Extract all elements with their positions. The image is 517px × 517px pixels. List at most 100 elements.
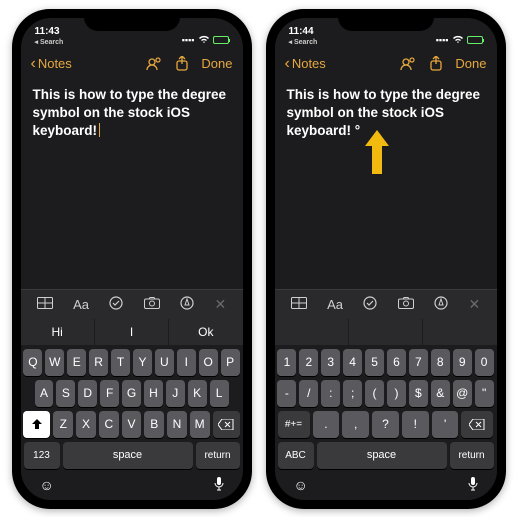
suggestion-2[interactable] xyxy=(349,319,423,345)
space-key[interactable]: space xyxy=(63,442,193,469)
close-toolbar-icon[interactable]: ✕ xyxy=(215,296,227,313)
key-w[interactable]: W xyxy=(45,349,64,376)
space-key[interactable]: space xyxy=(317,442,447,469)
key-1[interactable]: 1 xyxy=(277,349,296,376)
done-button[interactable]: Done xyxy=(201,56,232,71)
key-at[interactable]: @ xyxy=(453,380,472,407)
note-editor[interactable]: This is how to type the degree symbol on… xyxy=(275,80,497,289)
emoji-key[interactable]: ☺ xyxy=(294,477,308,494)
key-c[interactable]: C xyxy=(99,411,119,438)
key-quote[interactable]: " xyxy=(475,380,494,407)
collaborate-icon[interactable] xyxy=(145,56,163,72)
status-search[interactable]: ◂ Search xyxy=(289,38,318,46)
key-dollar[interactable]: $ xyxy=(409,380,428,407)
shift-key[interactable] xyxy=(23,411,50,438)
key-h[interactable]: H xyxy=(144,380,163,407)
key-7[interactable]: 7 xyxy=(409,349,428,376)
key-v[interactable]: V xyxy=(122,411,142,438)
markup-icon[interactable] xyxy=(180,296,194,313)
key-amp[interactable]: & xyxy=(431,380,450,407)
camera-icon[interactable] xyxy=(398,297,414,312)
key-comma[interactable]: , xyxy=(342,411,369,438)
back-button[interactable]: ‹ Notes xyxy=(31,55,72,73)
emoji-key[interactable]: ☺ xyxy=(40,477,54,494)
annotation-arrow-icon xyxy=(365,130,385,170)
key-u[interactable]: U xyxy=(155,349,174,376)
markup-icon[interactable] xyxy=(434,296,448,313)
suggestion-3[interactable] xyxy=(423,319,496,345)
key-r[interactable]: R xyxy=(89,349,108,376)
key-g[interactable]: G xyxy=(122,380,141,407)
dictation-key[interactable] xyxy=(214,477,224,494)
share-icon[interactable] xyxy=(429,56,443,72)
text-format-icon[interactable]: Aa xyxy=(73,297,89,312)
key-l[interactable]: L xyxy=(210,380,229,407)
suggestion-1[interactable] xyxy=(275,319,349,345)
key-period[interactable]: . xyxy=(313,411,340,438)
key-colon[interactable]: : xyxy=(321,380,340,407)
back-button[interactable]: ‹ Notes xyxy=(285,55,326,73)
key-q[interactable]: Q xyxy=(23,349,42,376)
back-label: Notes xyxy=(38,56,72,71)
key-4[interactable]: 4 xyxy=(343,349,362,376)
suggestion-2[interactable]: I xyxy=(95,319,169,345)
status-search[interactable]: ◂ Search xyxy=(35,38,64,46)
key-question[interactable]: ? xyxy=(372,411,399,438)
return-key[interactable]: return xyxy=(196,442,240,469)
text-format-icon[interactable]: Aa xyxy=(327,297,343,312)
key-3[interactable]: 3 xyxy=(321,349,340,376)
key-b[interactable]: B xyxy=(144,411,164,438)
collaborate-icon[interactable] xyxy=(399,56,417,72)
table-icon[interactable] xyxy=(291,297,307,312)
done-button[interactable]: Done xyxy=(455,56,486,71)
symbols-key[interactable]: #+= xyxy=(278,411,310,438)
key-2[interactable]: 2 xyxy=(299,349,318,376)
delete-key[interactable] xyxy=(461,411,493,438)
key-y[interactable]: Y xyxy=(133,349,152,376)
key-e[interactable]: E xyxy=(67,349,86,376)
key-apostrophe[interactable]: ' xyxy=(432,411,459,438)
key-d[interactable]: D xyxy=(78,380,97,407)
key-slash[interactable]: / xyxy=(299,380,318,407)
key-5[interactable]: 5 xyxy=(365,349,384,376)
key-j[interactable]: J xyxy=(166,380,185,407)
key-m[interactable]: M xyxy=(190,411,210,438)
key-z[interactable]: Z xyxy=(53,411,73,438)
key-9[interactable]: 9 xyxy=(453,349,472,376)
key-p[interactable]: P xyxy=(221,349,240,376)
key-x[interactable]: X xyxy=(76,411,96,438)
note-editor[interactable]: This is how to type the degree symbol on… xyxy=(21,80,243,289)
key-k[interactable]: K xyxy=(188,380,207,407)
checklist-icon[interactable] xyxy=(109,296,123,313)
key-t[interactable]: T xyxy=(111,349,130,376)
share-icon[interactable] xyxy=(175,56,189,72)
key-8[interactable]: 8 xyxy=(431,349,450,376)
close-toolbar-icon[interactable]: ✕ xyxy=(469,296,481,313)
key-dash[interactable]: - xyxy=(277,380,296,407)
mode-key[interactable]: 123 xyxy=(24,442,60,469)
key-lparen[interactable]: ( xyxy=(365,380,384,407)
checklist-icon[interactable] xyxy=(363,296,377,313)
key-rparen[interactable]: ) xyxy=(387,380,406,407)
return-key[interactable]: return xyxy=(450,442,494,469)
mode-key[interactable]: ABC xyxy=(278,442,314,469)
key-s[interactable]: S xyxy=(56,380,75,407)
key-f[interactable]: F xyxy=(100,380,119,407)
key-exclaim[interactable]: ! xyxy=(402,411,429,438)
dictation-key[interactable] xyxy=(468,477,478,494)
battery-icon xyxy=(467,36,483,44)
key-i[interactable]: I xyxy=(177,349,196,376)
signal-icon: ▪▪▪▪ xyxy=(182,35,195,45)
table-icon[interactable] xyxy=(37,297,53,312)
key-6[interactable]: 6 xyxy=(387,349,406,376)
key-n[interactable]: N xyxy=(167,411,187,438)
key-0[interactable]: 0 xyxy=(475,349,494,376)
format-toolbar: Aa ✕ xyxy=(275,289,497,319)
suggestion-3[interactable]: Ok xyxy=(169,319,242,345)
key-a[interactable]: A xyxy=(35,380,54,407)
suggestion-1[interactable]: Hi xyxy=(21,319,95,345)
key-o[interactable]: O xyxy=(199,349,218,376)
delete-key[interactable] xyxy=(213,411,240,438)
key-semicolon[interactable]: ; xyxy=(343,380,362,407)
camera-icon[interactable] xyxy=(144,297,160,312)
